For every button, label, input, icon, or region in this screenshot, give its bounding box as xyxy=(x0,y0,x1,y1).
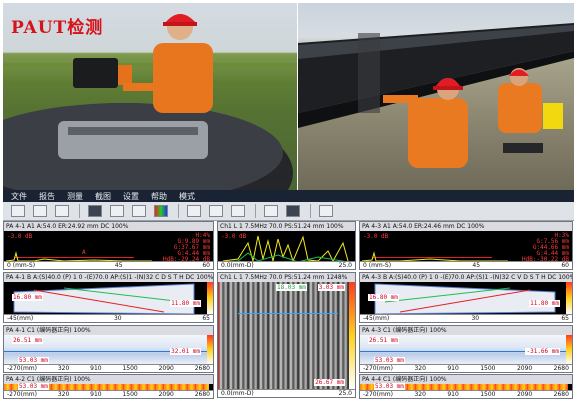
cscan-axis: -270(mm) 320 910 1500 2090 2680 xyxy=(4,390,213,398)
inspection-photo-left: PAUT检测 xyxy=(3,3,297,191)
menu-bar: 文件 报告 测量 截图 设置 帮助 模式 xyxy=(3,190,574,202)
bscan-panel-ch1[interactable]: Ch1 L 1 7.5MHz 70.0 PS:51.24 mm 1248% 18… xyxy=(217,272,356,398)
cscan-axis: -270(mm) 320 910 1500 2090 2680 xyxy=(360,364,572,372)
ascan-trace xyxy=(5,251,152,262)
menu-file[interactable]: 文件 xyxy=(11,191,27,202)
ascan-axis: 0 (mm-S) 45 60 xyxy=(360,261,572,269)
depth-readout-3: 26.67 mm xyxy=(314,379,345,386)
sscan-panel-4-3[interactable]: PA 4-3 B A:(S)40.0 (P) 1 0 -(E)70.0 AP:(… xyxy=(359,272,573,323)
toolbar xyxy=(3,202,574,221)
cursor-icon[interactable] xyxy=(319,205,333,217)
panel-header: PA 4-1 B A:(S)40.0 (P) 1 0 -(E)70.0 AP:(… xyxy=(4,273,213,282)
tofd-image xyxy=(218,282,351,391)
depth-readout: 53.03 mm xyxy=(18,383,49,390)
ascan-trace-ch1 xyxy=(222,235,349,263)
layout-dual-icon[interactable] xyxy=(264,205,278,217)
depth-readout-2: 32.01 mm xyxy=(170,348,201,355)
panel-header: PA 4-3 B A:(S)40.0 (P) 1 0 -(E)70.0 AP:(… xyxy=(360,273,572,282)
ascan-axis: 0.0(mm-D) 25.0 xyxy=(218,261,355,269)
layout-split-icon[interactable] xyxy=(231,205,245,217)
cscan-panel-4-1[interactable]: PA 4-1 C1 (编码器正向) 100% 26.51 mm 32.01 mm… xyxy=(3,325,214,373)
color-scale xyxy=(566,282,572,314)
toolbar-separator xyxy=(310,204,311,218)
color-scale xyxy=(207,335,213,364)
bscan-axis: 0.0(mm-D) 25.0 xyxy=(218,389,355,397)
ascan-axis: 0 (mm-S) 45 60 xyxy=(4,261,213,269)
menu-help[interactable]: 帮助 xyxy=(151,191,167,202)
depth-readout-2: 3.03 mm xyxy=(317,284,345,291)
depth-readout-2: 11.80 mm xyxy=(170,300,201,307)
cscan-axis: -270(mm) 320 910 1500 2090 2680 xyxy=(360,390,572,398)
toolbar-separator xyxy=(79,204,80,218)
ascan-panel-4-3[interactable]: PA 4-3 A1 A:54.0 ER:24.46 mm DC 100% -3.… xyxy=(359,221,573,270)
inspection-photo-right xyxy=(298,3,574,191)
cursor-line-blue[interactable] xyxy=(238,313,338,314)
depth-readout-1: 26.51 mm xyxy=(368,337,399,344)
save-as-icon[interactable] xyxy=(55,205,69,217)
depth-readout: 53.03 mm xyxy=(374,383,405,390)
menu-measure[interactable]: 测量 xyxy=(67,191,83,202)
depth-readout-3: 53.03 mm xyxy=(374,357,405,364)
ascan-trace xyxy=(361,251,508,262)
layout-single-icon[interactable] xyxy=(209,205,223,217)
panel-header: PA 4-1 A1 A:54.0 ER:24.92 mm DC 100% xyxy=(4,222,213,231)
panel-header: PA 4-1 C1 (编码器正向) 100% xyxy=(4,326,213,335)
panel-header: PA 4-3 C1 (编码器正向) 100% xyxy=(360,326,572,335)
cscan-panel-4-3[interactable]: PA 4-3 C1 (编码器正向) 100% 26.51 mm -31.66 m… xyxy=(359,325,573,373)
depth-readout-2: 11.80 mm xyxy=(529,300,560,307)
cscan-axis: -270(mm) 320 910 1500 2090 2680 xyxy=(4,364,213,372)
ascan-panel-4-1[interactable]: PA 4-1 A1 A:54.0 ER:24.92 mm DC 100% -3.… xyxy=(3,221,214,270)
toolbar-separator xyxy=(178,204,179,218)
save-icon[interactable] xyxy=(33,205,47,217)
sscan-panel-4-1[interactable]: PA 4-1 B A:(S)40.0 (P) 1 0 -(E)70.0 AP:(… xyxy=(3,272,214,323)
depth-readout-1: 16.80 mm xyxy=(368,294,399,301)
report-icon[interactable] xyxy=(132,205,146,217)
depth-readout-1: 18.03 mm xyxy=(276,284,307,291)
ascan-panel-ch1[interactable]: Ch1 L 1 7.5MHz 70.0 PS:51.24 mm 100% -3.… xyxy=(217,221,356,270)
color-scale xyxy=(207,282,213,314)
camera-icon[interactable] xyxy=(110,205,124,217)
cursor-line-red[interactable] xyxy=(218,282,219,391)
menu-mode[interactable]: 模式 xyxy=(179,191,195,202)
page-title: PAUT检测 xyxy=(11,18,104,38)
menu-report[interactable]: 报告 xyxy=(39,191,55,202)
panel-header: Ch1 L 1 7.5MHz 70.0 PS:51.24 mm 100% xyxy=(218,222,355,231)
cscan-panel-4-4[interactable]: PA 4-4 C1 (编码器正向) 100% 53.03 mm -270(mm)… xyxy=(359,374,573,399)
menu-screenshot[interactable]: 截图 xyxy=(95,191,111,202)
color-scale xyxy=(566,335,572,364)
probe-icon[interactable] xyxy=(187,205,201,217)
panel-header: Ch1 L 1 7.5MHz 70.0 PS:51.24 mm 1248% xyxy=(218,273,355,282)
toolbar-separator xyxy=(255,204,256,218)
pipe-inspection-scene-right xyxy=(298,23,574,168)
depth-readout-2: -31.66 mm xyxy=(525,348,560,355)
depth-readout-1: 26.51 mm xyxy=(12,337,43,344)
screenshot-icon[interactable] xyxy=(88,205,102,217)
cscan-panel-4-2[interactable]: PA 4-2 C1 (编码器正向) 100% 53.03 mm -270(mm)… xyxy=(3,374,214,399)
sscan-axis: -45(mm) 30 65 xyxy=(360,314,572,322)
menu-settings[interactable]: 设置 xyxy=(123,191,139,202)
palette-icon[interactable] xyxy=(154,205,168,217)
depth-readout-3: 53.03 mm xyxy=(18,357,49,364)
layout-quad-icon[interactable] xyxy=(286,205,300,217)
open-folder-icon[interactable] xyxy=(11,205,25,217)
depth-readout-1: 16.80 mm xyxy=(12,294,43,301)
sscan-axis: -45(mm) 30 65 xyxy=(4,314,213,322)
panel-header: PA 4-3 A1 A:54.0 ER:24.46 mm DC 100% xyxy=(360,222,572,231)
color-scale xyxy=(349,282,355,389)
